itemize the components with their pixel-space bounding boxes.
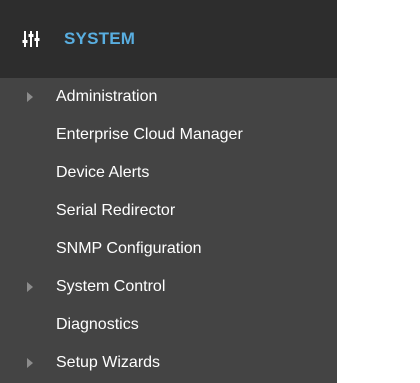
system-menu-header[interactable]: SYSTEM (0, 0, 337, 78)
sliders-icon (22, 30, 40, 48)
menu-item-enterprise-cloud-manager[interactable]: Enterprise Cloud Manager (0, 116, 337, 154)
system-menu-title: SYSTEM (64, 29, 136, 48)
system-menu-list: Administration Enterprise Cloud Manager … (0, 78, 337, 382)
menu-item-snmp-configuration[interactable]: SNMP Configuration (0, 230, 337, 268)
menu-item-label: Enterprise Cloud Manager (56, 126, 243, 143)
menu-item-label: System Control (56, 278, 166, 295)
menu-item-administration[interactable]: Administration (0, 78, 337, 116)
menu-item-diagnostics[interactable]: Diagnostics (0, 306, 337, 344)
page-background: SYSTEM Administration Enterprise Cloud M… (0, 0, 420, 383)
menu-item-label: Diagnostics (56, 316, 139, 333)
system-sidebar-menu: SYSTEM Administration Enterprise Cloud M… (0, 0, 337, 383)
caret-right-icon (27, 282, 33, 292)
menu-item-label: Device Alerts (56, 164, 150, 181)
menu-item-label: SNMP Configuration (56, 240, 202, 257)
menu-item-label: Setup Wizards (56, 354, 161, 371)
menu-item-setup-wizards[interactable]: Setup Wizards (0, 344, 337, 382)
caret-right-icon (27, 358, 33, 368)
menu-item-device-alerts[interactable]: Device Alerts (0, 154, 337, 192)
menu-item-label: Serial Redirector (56, 202, 176, 219)
caret-right-icon (27, 92, 33, 102)
menu-item-label: Administration (56, 88, 158, 105)
menu-item-serial-redirector[interactable]: Serial Redirector (0, 192, 337, 230)
menu-item-system-control[interactable]: System Control (0, 268, 337, 306)
